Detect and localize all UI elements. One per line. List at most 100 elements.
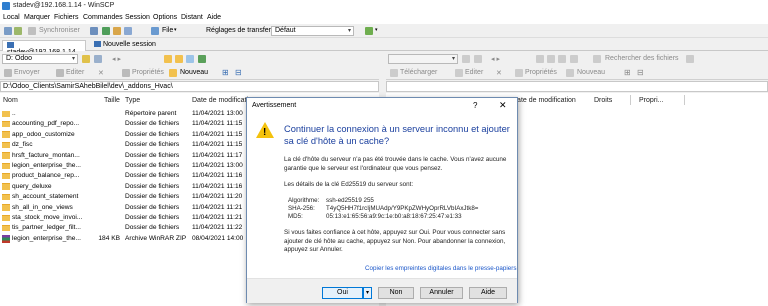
delete-icon[interactable]: ✕ xyxy=(98,69,104,77)
refresh-icon[interactable] xyxy=(198,55,206,63)
transfer-settings-select[interactable]: Défaut ▾ xyxy=(271,26,354,36)
column-date[interactable]: Date de modificatio xyxy=(192,97,252,104)
md5-value: 05:13:e1:65:56:a9:9c:1e:b0:a8:18:67:25:4… xyxy=(326,213,462,220)
copy-fingerprints-link[interactable]: Copier les empreintes digitales dans le … xyxy=(365,265,517,272)
open-remote-folder-icon[interactable] xyxy=(462,55,470,63)
remote-edit-icon[interactable] xyxy=(455,69,463,77)
help-icon[interactable]: ? xyxy=(473,101,477,110)
column-size[interactable]: Taille xyxy=(104,97,120,104)
chevron-down-icon: ▾ xyxy=(451,56,455,62)
cell-date: 11/04/2021 11:17 xyxy=(192,151,243,159)
remote-properties-button[interactable]: Propriétés xyxy=(525,69,557,76)
tab-session[interactable]: stadev@192.168.1.14 xyxy=(2,40,86,56)
cell-type: Dossier de fichiers xyxy=(125,120,180,128)
search-icon[interactable] xyxy=(593,55,601,63)
yes-button[interactable]: Oui xyxy=(322,287,363,299)
remote-delete-icon[interactable]: ✕ xyxy=(496,69,502,77)
right-pane-actions: Télécharger Editer ✕ Propriétés Nouveau … xyxy=(386,66,768,80)
download-icon[interactable] xyxy=(390,69,398,77)
parent-dir-icon[interactable] xyxy=(164,55,172,63)
remote-path-bar[interactable] xyxy=(386,81,768,92)
remote-edit-button[interactable]: Editer xyxy=(465,69,483,76)
chevron-down-icon[interactable]: ▾ xyxy=(174,27,177,33)
settings-icon[interactable] xyxy=(113,27,121,35)
right-pane-toolbar: ▾ ◂ ▸ Rechercher des fichiers xyxy=(386,52,768,66)
new-folder-icon[interactable] xyxy=(169,69,177,77)
synchronize-button[interactable]: Synchroniser xyxy=(39,27,80,34)
sync-browse-icon[interactable] xyxy=(14,27,22,35)
menu-aide[interactable]: Aide xyxy=(207,14,221,21)
no-button[interactable]: Non xyxy=(378,287,414,299)
local-path-bar[interactable]: D:\Odoo_Clients\SamirSAhebBilel\dev\_add… xyxy=(0,81,379,92)
column-name[interactable]: Nom xyxy=(3,97,18,104)
menu-local[interactable]: Local xyxy=(3,14,20,21)
column-owner[interactable]: Propri... xyxy=(639,97,664,104)
menu-session[interactable]: Session xyxy=(125,14,150,21)
root-dir-icon[interactable] xyxy=(175,55,183,63)
close-icon[interactable]: ✕ xyxy=(499,100,507,111)
column-remote-date[interactable]: Date de modification xyxy=(512,97,576,104)
column-divider[interactable] xyxy=(630,95,631,105)
menu-distant[interactable]: Distant xyxy=(181,14,203,21)
cell-type: Archive WinRAR ZIP xyxy=(125,234,187,242)
remote-back-icon[interactable]: ◂ ▸ xyxy=(491,55,500,63)
remote-refresh-icon[interactable] xyxy=(570,55,578,63)
remote-new-button[interactable]: Nouveau xyxy=(577,69,605,76)
local-drive-select[interactable]: D: Odoo ▾ xyxy=(2,54,78,64)
remote-properties-icon[interactable] xyxy=(515,69,523,77)
send-button[interactable]: Envoyer xyxy=(14,69,40,76)
compare-icon[interactable] xyxy=(4,27,12,35)
cancel-button[interactable]: Annuler xyxy=(420,287,463,299)
help-button[interactable]: Aide xyxy=(469,287,507,299)
select-all-icon[interactable]: ⊞ xyxy=(222,68,229,77)
window-title: stadev@192.168.1.14 - WinSCP xyxy=(13,2,115,9)
menu-commandes[interactable]: Commandes xyxy=(83,14,123,21)
file-queue-button[interactable]: File xyxy=(162,27,173,34)
back-icon[interactable]: ◂ ▸ xyxy=(112,55,121,63)
open-folder-icon[interactable] xyxy=(82,55,90,63)
menu-fichiers[interactable]: Fichiers xyxy=(54,14,79,21)
remote-dir-select[interactable]: ▾ xyxy=(388,54,458,64)
tab-new-session[interactable]: Nouvelle session xyxy=(90,40,160,51)
remote-new-folder-icon[interactable] xyxy=(566,69,574,77)
session-tabs: stadev@192.168.1.14 Nouvelle session xyxy=(0,38,768,56)
remote-parent-dir-icon[interactable] xyxy=(536,55,544,63)
home-dir-icon[interactable] xyxy=(186,55,194,63)
properties-icon[interactable] xyxy=(122,69,130,77)
queue-icon[interactable] xyxy=(90,27,98,35)
new-button[interactable]: Nouveau xyxy=(180,69,208,76)
properties-button[interactable]: Propriétés xyxy=(132,69,164,76)
synchronize-icon[interactable] xyxy=(28,27,36,35)
cell-name: dz_fisc xyxy=(12,141,33,149)
cell-type: Dossier de fichiers xyxy=(125,193,180,201)
menu-marquer[interactable]: Marquer xyxy=(24,14,50,21)
remote-filter-icon[interactable] xyxy=(474,55,482,63)
remote-root-dir-icon[interactable] xyxy=(547,55,555,63)
remote-deselect-icon[interactable]: ⊟ xyxy=(637,68,644,77)
cell-date: 11/04/2021 11:22 xyxy=(192,224,243,232)
remote-home-dir-icon[interactable] xyxy=(558,55,566,63)
column-type[interactable]: Type xyxy=(125,97,140,104)
edit-button[interactable]: Editer xyxy=(66,69,84,76)
menu-options[interactable]: Options xyxy=(153,14,177,21)
yes-dropdown-chevron-icon[interactable]: ▾ xyxy=(363,287,372,299)
cell-name: product_balance_rep... xyxy=(12,172,80,180)
cell-type: Dossier de fichiers xyxy=(125,214,180,221)
upload-icon[interactable] xyxy=(4,69,12,77)
transfer-options-icon[interactable] xyxy=(365,27,373,35)
preferences-icon[interactable] xyxy=(124,27,132,35)
parent-directory-icon xyxy=(2,110,10,117)
find-files-button[interactable]: Rechercher des fichiers xyxy=(605,55,679,62)
edit-icon[interactable] xyxy=(56,69,64,77)
chevron-down-icon[interactable]: ▾ xyxy=(375,27,378,33)
remote-select-all-icon[interactable]: ⊞ xyxy=(624,68,631,77)
filter-icon[interactable] xyxy=(94,55,102,63)
folder-icon xyxy=(2,131,10,138)
remote-tools-icon[interactable] xyxy=(686,55,694,63)
sha256-label: SHA-256: xyxy=(288,205,315,212)
deselect-icon[interactable]: ⊟ xyxy=(235,68,242,77)
column-divider[interactable] xyxy=(684,95,685,105)
column-rights[interactable]: Droits xyxy=(594,97,612,104)
download-button[interactable]: Télécharger xyxy=(400,69,437,76)
terminal-icon[interactable] xyxy=(102,27,110,35)
